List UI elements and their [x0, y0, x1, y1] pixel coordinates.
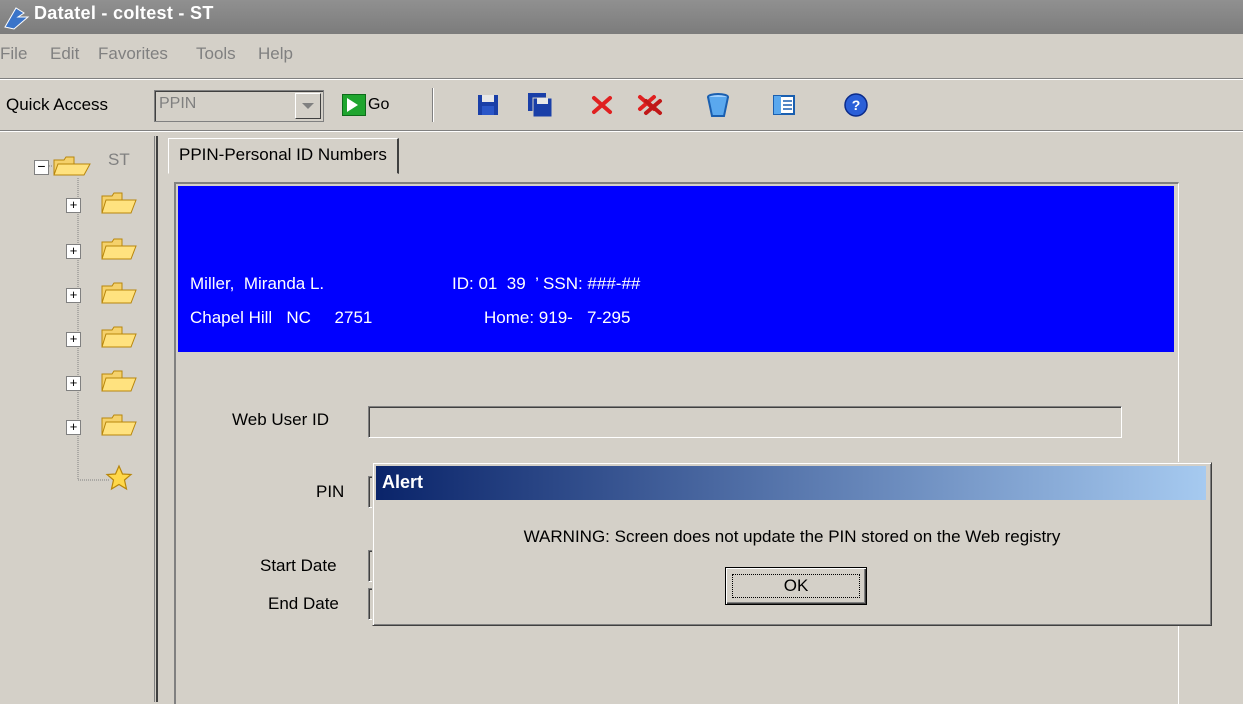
help-icon[interactable]: ? — [842, 91, 870, 119]
chevron-down-icon[interactable] — [295, 93, 321, 119]
person-city: Chapel Hill NC 2751 — [190, 308, 373, 327]
alert-dialog: Alert WARNING: Screen does not update th… — [372, 462, 1212, 626]
expand-icon[interactable]: + — [66, 198, 81, 213]
expand-icon[interactable]: + — [66, 288, 81, 303]
alert-title: Alert — [382, 472, 424, 492]
pin-label: PIN — [316, 482, 345, 501]
focus-rect — [732, 574, 860, 598]
folder-icon[interactable] — [98, 192, 138, 216]
quick-access-value[interactable]: PPIN — [159, 95, 196, 113]
start-date-label: Start Date — [260, 556, 337, 575]
svg-text:?: ? — [852, 97, 861, 113]
delete-icon[interactable] — [704, 91, 732, 119]
panel-splitter[interactable] — [154, 136, 158, 702]
tree-root-label[interactable]: ST — [108, 150, 130, 170]
window-title: Datatel - coltest - ST — [34, 3, 214, 23]
web-user-id-field[interactable] — [368, 406, 1122, 438]
quick-access-label: Quick Access — [6, 95, 109, 114]
tree-lines — [41, 165, 110, 481]
toolbar-separator — [432, 88, 433, 122]
quick-access-combo[interactable]: PPIN — [154, 90, 324, 122]
go-button[interactable]: Go — [340, 92, 406, 120]
menu-tools[interactable]: Tools — [196, 44, 236, 64]
menu-separator-highlight — [0, 79, 1243, 80]
web-user-id-label: Web User ID — [232, 410, 329, 429]
tab-ppin[interactable]: PPIN-Personal ID Numbers — [168, 138, 399, 174]
app-icon — [4, 7, 30, 30]
folder-icon[interactable] — [98, 326, 138, 350]
folder-icon[interactable] — [98, 414, 138, 438]
folder-icon[interactable] — [98, 282, 138, 306]
ok-button[interactable]: OK — [725, 567, 867, 605]
person-name: Miller, Miranda L. — [190, 274, 325, 293]
alert-title-bar[interactable]: Alert — [376, 466, 1206, 500]
save-all-icon[interactable] — [526, 91, 554, 119]
expand-icon[interactable]: + — [66, 332, 81, 347]
menu-bar: File Edit Favorites Tools Help — [0, 38, 1243, 74]
alert-message: WARNING: Screen does not update the PIN … — [523, 527, 1061, 546]
favorites-star-icon[interactable] — [104, 464, 134, 492]
go-arrow-icon — [342, 94, 366, 116]
person-home-phone: Home: 919- 7-295 — [484, 308, 631, 327]
toolbar: Quick Access PPIN Go ? — [0, 86, 1243, 126]
collapse-icon[interactable]: − — [34, 159, 49, 175]
end-date-label: End Date — [268, 594, 339, 613]
menu-file[interactable]: File — [0, 44, 27, 64]
go-label: Go — [368, 96, 390, 113]
title-bar: Datatel - coltest - ST — [0, 0, 1243, 34]
expand-icon[interactable]: + — [66, 376, 81, 391]
detail-icon[interactable] — [770, 91, 798, 119]
person-id: ID: 01 39 ’ SSN: ###-## — [452, 274, 641, 293]
menu-help[interactable]: Help — [258, 44, 293, 64]
folder-icon[interactable] — [98, 238, 138, 262]
person-header: Miller, Miranda L. ID: 01 39 ’ SSN: ###-… — [178, 186, 1174, 352]
expand-icon[interactable]: + — [66, 420, 81, 435]
toolbar-separator-highlight — [0, 131, 1243, 132]
cancel-icon[interactable] — [588, 91, 616, 119]
navigation-tree: − ST + + + + + + — [0, 136, 154, 702]
save-icon[interactable] — [474, 91, 502, 119]
open-folder-icon — [53, 156, 91, 176]
tab-label: PPIN-Personal ID Numbers — [179, 145, 387, 164]
expand-icon[interactable]: + — [66, 244, 81, 259]
folder-icon[interactable] — [98, 370, 138, 394]
menu-favorites[interactable]: Favorites — [98, 44, 168, 64]
cancel-all-icon[interactable] — [636, 91, 664, 119]
menu-edit[interactable]: Edit — [50, 44, 79, 64]
